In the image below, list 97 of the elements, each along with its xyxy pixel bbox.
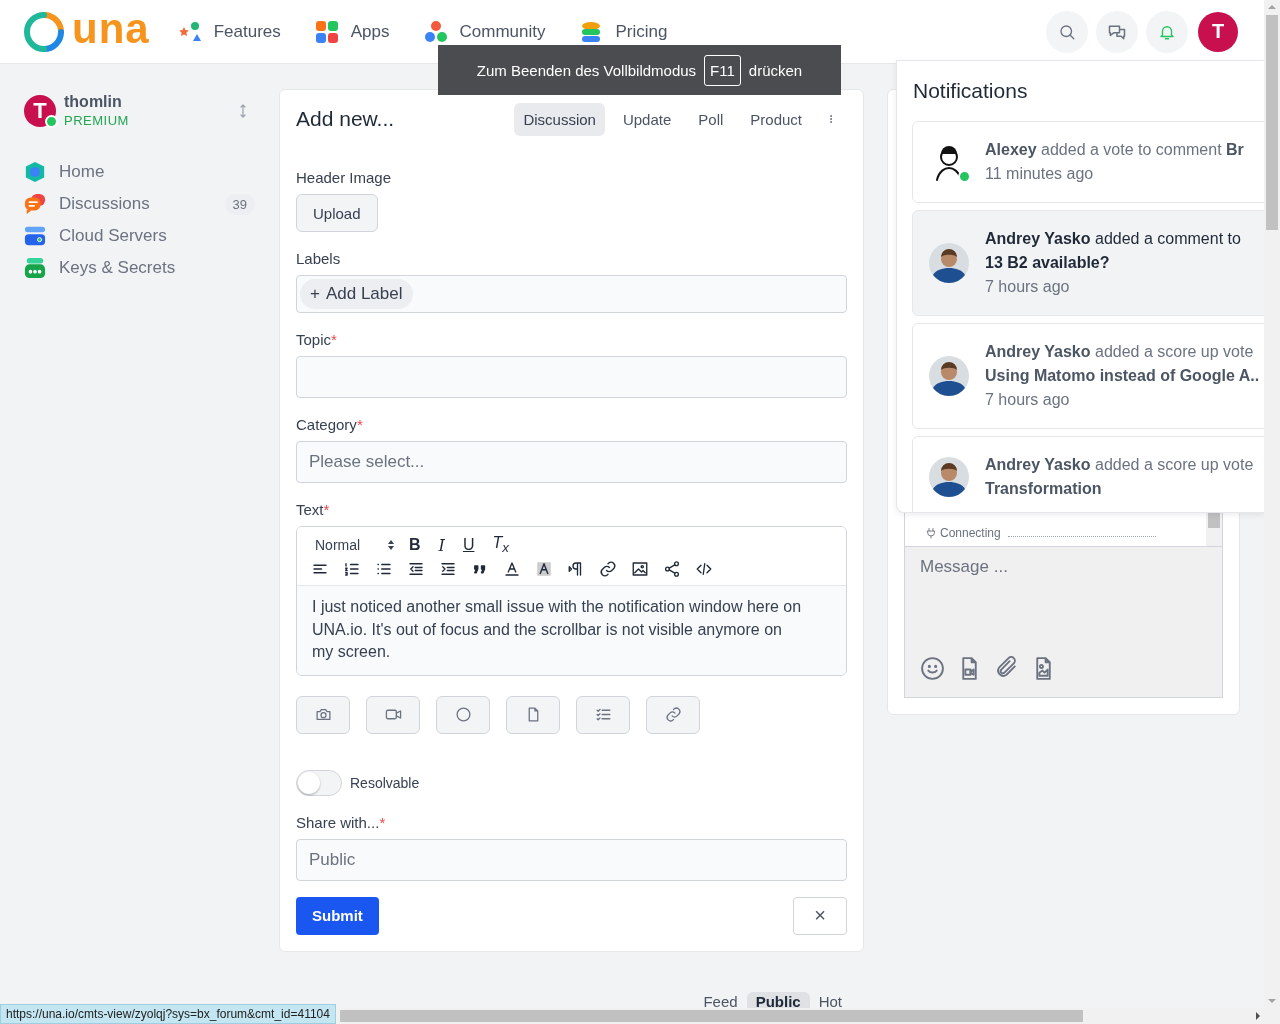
sidebar-item[interactable]: Cloud Servers bbox=[24, 220, 255, 252]
messages-button[interactable] bbox=[1096, 10, 1138, 53]
home-icon bbox=[24, 161, 46, 183]
avatar bbox=[929, 356, 969, 396]
notification-item[interactable]: Andrey Yasko added a comment to 13 B2 available? 7 hours ago bbox=[912, 210, 1264, 316]
notification-text: Andrey Yasko added a comment to 13 B2 available? bbox=[985, 229, 1241, 273]
nav-link[interactable]: Features bbox=[177, 19, 281, 44]
sidebar-item[interactable]: Keys & Secrets bbox=[24, 252, 255, 284]
ring-logo-icon bbox=[24, 11, 64, 52]
up-down-arrows-icon bbox=[387, 539, 395, 551]
plan-label: PREMIUM bbox=[64, 113, 130, 128]
share-icon bbox=[663, 560, 681, 578]
fullscreen-hint: Zum Beenden des Vollbildmodus F11 drücken bbox=[438, 45, 841, 95]
notification-item[interactable]: Alexey added a vote to comment Br 11 minutes ago bbox=[912, 121, 1264, 203]
tab[interactable]: Poll bbox=[689, 102, 733, 136]
field-label: Topic* bbox=[296, 331, 338, 348]
connection-status: Connecting bbox=[940, 526, 1001, 540]
nav-link[interactable]: Community bbox=[423, 19, 546, 44]
key-cap: F11 bbox=[704, 54, 741, 86]
notification-text: Andrey Yasko added a score up vote Transformation bbox=[985, 455, 1254, 499]
tab[interactable]: Feed bbox=[694, 991, 747, 1010]
tab[interactable]: Product bbox=[741, 102, 811, 136]
notification-item[interactable]: Andrey Yasko added a score up vote Using Matomo instead of Google A.. 7 hours ago bbox=[912, 323, 1264, 429]
notification-time: 7 hours ago bbox=[985, 390, 1071, 410]
select-field[interactable]: Please select... bbox=[296, 441, 847, 483]
people-dots-icon bbox=[423, 19, 448, 44]
format-button[interactable]: U bbox=[458, 536, 479, 554]
notification-text: Andrey Yasko added a score up vote Using Matomo instead of Google A.. bbox=[985, 342, 1260, 386]
nav-link[interactable]: Pricing bbox=[579, 19, 668, 44]
toggle-label: Resolvable bbox=[350, 774, 420, 791]
format-button[interactable]: I bbox=[434, 535, 449, 555]
search-icon bbox=[1058, 22, 1076, 41]
user-name[interactable]: thomlin bbox=[64, 93, 235, 111]
shapes-icon bbox=[177, 19, 202, 44]
apps-grid-icon bbox=[314, 19, 339, 44]
close-button[interactable]: × bbox=[793, 896, 847, 935]
smiley-icon bbox=[920, 656, 945, 681]
add-label-button[interactable]: + Add Label bbox=[300, 279, 413, 309]
field-label: Header Image bbox=[296, 169, 393, 186]
notification-time: 7 hours ago bbox=[985, 277, 1071, 297]
circle-icon bbox=[454, 706, 472, 723]
status-url-tooltip: https://una.io/cmts-view/zyolqj?sys=bx_forum&cmt_id=41104 bbox=[0, 1004, 336, 1024]
select-field[interactable]: Public bbox=[296, 838, 847, 881]
keys-box-icon bbox=[24, 257, 46, 279]
code-icon bbox=[695, 560, 713, 578]
block-style-select[interactable]: Normal bbox=[309, 537, 395, 553]
numbered-list-icon bbox=[343, 560, 361, 578]
link-icon bbox=[599, 560, 617, 578]
notification-time: 11 minutes ago bbox=[985, 164, 1095, 184]
indent-icon bbox=[439, 560, 457, 578]
attach-button[interactable] bbox=[436, 695, 490, 734]
topic-input[interactable] bbox=[296, 356, 847, 398]
attach-button[interactable] bbox=[506, 695, 560, 734]
submit-button[interactable]: Submit bbox=[296, 896, 379, 935]
camera-icon bbox=[314, 706, 332, 723]
chat-scrollbar[interactable] bbox=[1206, 512, 1222, 546]
clear-format-button[interactable]: T$_{x}$ bbox=[488, 534, 513, 556]
card-title: Add new... bbox=[296, 107, 396, 131]
vertical-scrollbar[interactable] bbox=[1264, 0, 1280, 1024]
user-avatar[interactable]: T bbox=[24, 94, 56, 127]
checklist-icon bbox=[594, 706, 612, 723]
avatar bbox=[929, 243, 969, 283]
labels-field[interactable]: + Add Label bbox=[296, 275, 847, 313]
resolvable-toggle[interactable] bbox=[296, 769, 342, 796]
tab[interactable]: Public bbox=[746, 991, 810, 1010]
panel-title: Notifications bbox=[912, 78, 1029, 104]
field-label: Text* bbox=[296, 501, 331, 518]
toolbar-button[interactable] bbox=[597, 560, 619, 578]
search-button[interactable] bbox=[1046, 10, 1088, 53]
image-icon bbox=[631, 560, 649, 578]
tab[interactable]: Hot bbox=[809, 991, 851, 1010]
upload-button[interactable]: Upload bbox=[296, 194, 378, 232]
field-label: Share with...* bbox=[296, 813, 387, 831]
tab[interactable]: Update bbox=[613, 102, 681, 136]
count-badge: 39 bbox=[224, 193, 255, 215]
field-label: Category* bbox=[296, 416, 364, 433]
plug-icon bbox=[925, 527, 937, 539]
editor-text[interactable]: I just noticed another small issue with the notification window here on UNA.io. It's out of focus and the scrollbar is not visible anymore on my screen. bbox=[297, 586, 846, 675]
notification-item[interactable]: Andrey Yasko added a score up vote Transformation bbox=[912, 436, 1264, 512]
server-icon bbox=[24, 225, 46, 247]
outdent-icon bbox=[407, 560, 425, 578]
notification-text: Alexey added a vote to comment Br bbox=[985, 140, 1244, 160]
user-avatar[interactable]: T bbox=[1198, 11, 1238, 52]
avatar bbox=[929, 457, 969, 497]
attach-button[interactable] bbox=[296, 695, 350, 734]
link-icon bbox=[664, 706, 682, 723]
tab[interactable]: Discussion bbox=[514, 102, 605, 136]
attach-button[interactable] bbox=[366, 695, 420, 734]
text-color-icon bbox=[503, 560, 521, 578]
sidebar-item[interactable]: Discussions 39 bbox=[24, 188, 255, 220]
highlight-icon bbox=[535, 560, 553, 578]
chat-bubbles-icon bbox=[24, 193, 46, 215]
format-button[interactable]: B bbox=[405, 536, 425, 554]
nav-link[interactable]: Apps bbox=[314, 19, 390, 44]
sidebar-item[interactable]: Home bbox=[24, 156, 255, 188]
message-field[interactable]: Message ... bbox=[904, 546, 1223, 698]
field-label: Labels bbox=[296, 250, 342, 267]
